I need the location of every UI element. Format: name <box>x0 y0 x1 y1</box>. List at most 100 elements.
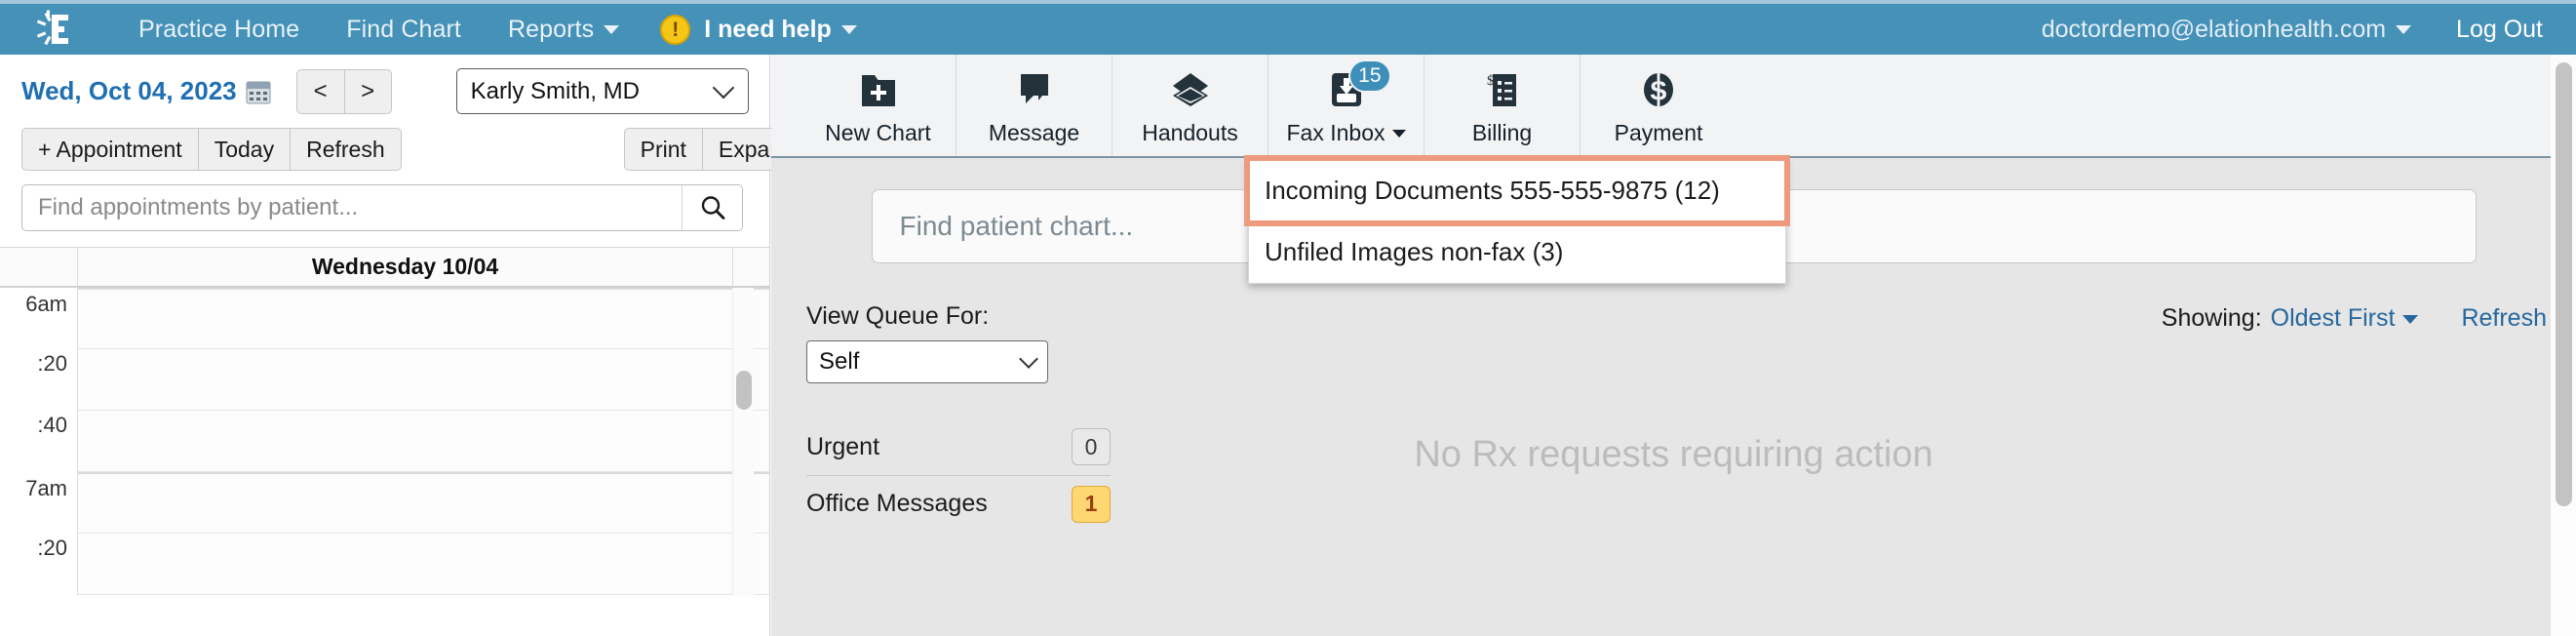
add-appointment-button[interactable]: + Appointment <box>21 128 199 171</box>
calendar-slot-cell[interactable] <box>78 288 769 349</box>
provider-select-value: Karly Smith, MD <box>470 77 640 104</box>
elation-logo[interactable] <box>14 4 90 55</box>
toolbar-message[interactable]: Message <box>956 55 1112 156</box>
calendar-slot-label: 7am <box>0 472 78 534</box>
appointment-search-button[interactable] <box>682 185 742 230</box>
showing-sort-dropdown[interactable]: Oldest First <box>2271 304 2419 333</box>
calendar-time-grid[interactable]: 6am :20 :40 7am :20 <box>0 288 769 596</box>
calendar-slot-cell[interactable] <box>78 534 769 595</box>
toolbar-billing[interactable]: $ Billing <box>1425 55 1581 156</box>
nav-link-practice-home-label: Practice Home <box>138 15 300 43</box>
calendar-day-title: Wednesday 10/04 <box>311 254 499 279</box>
print-button[interactable]: Print <box>623 128 703 171</box>
toolbar-handouts-label: Handouts <box>1142 119 1238 145</box>
calendar-slot-label: 6am <box>0 288 78 349</box>
nav-link-find-chart[interactable]: Find Chart <box>323 16 485 44</box>
calendar-day-header: Wednesday 10/04 <box>0 247 769 288</box>
appointments-left-panel: Wed, Oct 04, 2023 < > Karly Smith, MD + … <box>0 55 811 636</box>
toolbar-payment-label: Payment <box>1614 119 1703 145</box>
empty-state-message: No Rx requests requiring action <box>1414 434 1933 475</box>
nav-link-reports[interactable]: Reports <box>485 16 643 44</box>
calendar-header-end-gutter <box>732 248 769 286</box>
payment-dollar-circle-icon: S <box>1639 65 1678 114</box>
i-need-help-menu[interactable]: ! I need help <box>643 14 857 45</box>
date-stepper: < > <box>295 68 392 114</box>
calendar-slot[interactable]: :20 <box>0 534 769 595</box>
calendar-icon[interactable] <box>246 79 271 104</box>
nav-right-group: doctordemo@elationhealth.com Log Out <box>2042 16 2576 44</box>
calendar-slot[interactable]: :20 <box>0 349 769 411</box>
toolbar-fax-inbox[interactable]: 15 Fax Inbox <box>1268 55 1425 156</box>
handouts-stack-icon <box>1169 65 1212 114</box>
main-scrollbar[interactable] <box>2551 55 2576 636</box>
toolbar-billing-label: Billing <box>1471 119 1533 145</box>
calendar-scrollbar-thumb[interactable] <box>736 371 752 410</box>
user-account-menu[interactable]: doctordemo@elationhealth.com <box>2041 15 2412 44</box>
counter-row-office-messages[interactable]: Office Messages 1 <box>806 475 1111 532</box>
refresh-queue-link[interactable]: Refresh <box>2461 304 2547 333</box>
toolbar-new-chart-label: New Chart <box>825 119 931 145</box>
chevron-down-icon <box>1391 130 1406 139</box>
provider-select[interactable]: Karly Smith, MD <box>455 68 749 114</box>
message-bubble-icon <box>1015 65 1054 114</box>
billing-invoice-icon: $ <box>1484 65 1521 114</box>
showing-label: Showing: <box>2161 304 2262 332</box>
calendar-slot[interactable]: 7am <box>0 472 769 534</box>
toolbar-fax-inbox-label: Fax Inbox <box>1287 120 1406 146</box>
view-queue-for-value: Self <box>819 348 860 375</box>
user-email-label: doctordemo@elationhealth.com <box>2041 15 2387 43</box>
calendar-date-row: Wed, Oct 04, 2023 < > Karly Smith, MD <box>0 55 769 114</box>
toolbar-new-chart[interactable]: New Chart <box>800 55 956 156</box>
nav-link-practice-home[interactable]: Practice Home <box>115 16 323 44</box>
toolbar-fax-inbox-text: Fax Inbox <box>1286 119 1386 145</box>
chevron-down-icon <box>2396 25 2412 35</box>
alert-glyph: ! <box>672 18 680 41</box>
alert-exclamation-icon: ! <box>660 14 691 45</box>
action-toolbar: New Chart Message Handouts 15 Fax Inbox … <box>771 55 2576 158</box>
calendar-action-buttons: + Appointment Today Refresh Print Expand <box>0 114 811 171</box>
calendar-time-gutter-header <box>0 248 78 286</box>
view-queue-for-select[interactable]: Self <box>806 340 1048 383</box>
primary-nav-links: Practice Home Find Chart Reports ! I nee… <box>115 14 857 45</box>
calendar-date-label[interactable]: Wed, Oct 04, 2023 <box>21 76 237 106</box>
fax-dropdown-item-incoming-documents[interactable]: Incoming Documents 555-555-9875 (12) <box>1244 155 1790 226</box>
svg-text:$: $ <box>1487 73 1495 89</box>
counter-badge: 1 <box>1072 485 1111 523</box>
counter-label: Office Messages <box>806 490 988 517</box>
elation-starburst-e-logo-icon <box>36 10 68 46</box>
calendar-slot[interactable]: 6am <box>0 288 769 349</box>
showing-sort-value: Oldest First <box>2270 304 2396 332</box>
fax-dropdown-item-unfiled-images[interactable]: Unfiled Images non-fax (3) <box>1249 221 1785 283</box>
app-root: Practice Home Find Chart Reports ! I nee… <box>0 0 2576 636</box>
fax-inbox-badge: 15 <box>1348 59 1391 93</box>
chevron-down-icon <box>2402 314 2419 324</box>
calendar-slot-label: :20 <box>0 349 78 411</box>
top-navigation-bar: Practice Home Find Chart Reports ! I nee… <box>0 0 2576 55</box>
calendar-slot-cell[interactable] <box>78 349 769 411</box>
nav-link-reports-label: Reports <box>507 15 595 43</box>
calendar-slot-label: :40 <box>0 411 78 472</box>
main-scrollbar-thumb[interactable] <box>2556 62 2572 506</box>
toolbar-handouts[interactable]: Handouts <box>1112 55 1268 156</box>
queue-left-column: View Queue For: Self Urgent 0 Office Mes… <box>806 302 1226 532</box>
calendar-scrollbar[interactable] <box>732 288 754 596</box>
appointment-search-input[interactable] <box>22 194 682 221</box>
showing-controls: Showing: Oldest First Refresh <box>2162 304 2547 333</box>
calendar-slot[interactable]: :40 <box>0 411 769 472</box>
chevron-down-icon <box>840 24 857 34</box>
nav-link-find-chart-label: Find Chart <box>346 15 461 43</box>
toolbar-payment[interactable]: S Payment <box>1581 55 1737 156</box>
search-icon <box>701 196 724 219</box>
previous-day-button[interactable]: < <box>295 68 344 114</box>
next-day-button[interactable]: > <box>343 68 392 114</box>
appointment-search-box[interactable] <box>21 184 743 231</box>
refresh-calendar-button[interactable]: Refresh <box>291 128 402 171</box>
calendar-slot-cell[interactable] <box>78 411 769 472</box>
new-chart-folder-plus-icon <box>859 65 898 114</box>
logout-link[interactable]: Log Out <box>2456 16 2543 44</box>
chevron-down-icon <box>1019 349 1038 369</box>
appointment-search-row <box>0 171 769 231</box>
today-button[interactable]: Today <box>198 128 292 171</box>
fax-inbox-dropdown-menu: Incoming Documents 555-555-9875 (12) Unf… <box>1244 155 1790 284</box>
calendar-slot-cell[interactable] <box>78 472 769 534</box>
